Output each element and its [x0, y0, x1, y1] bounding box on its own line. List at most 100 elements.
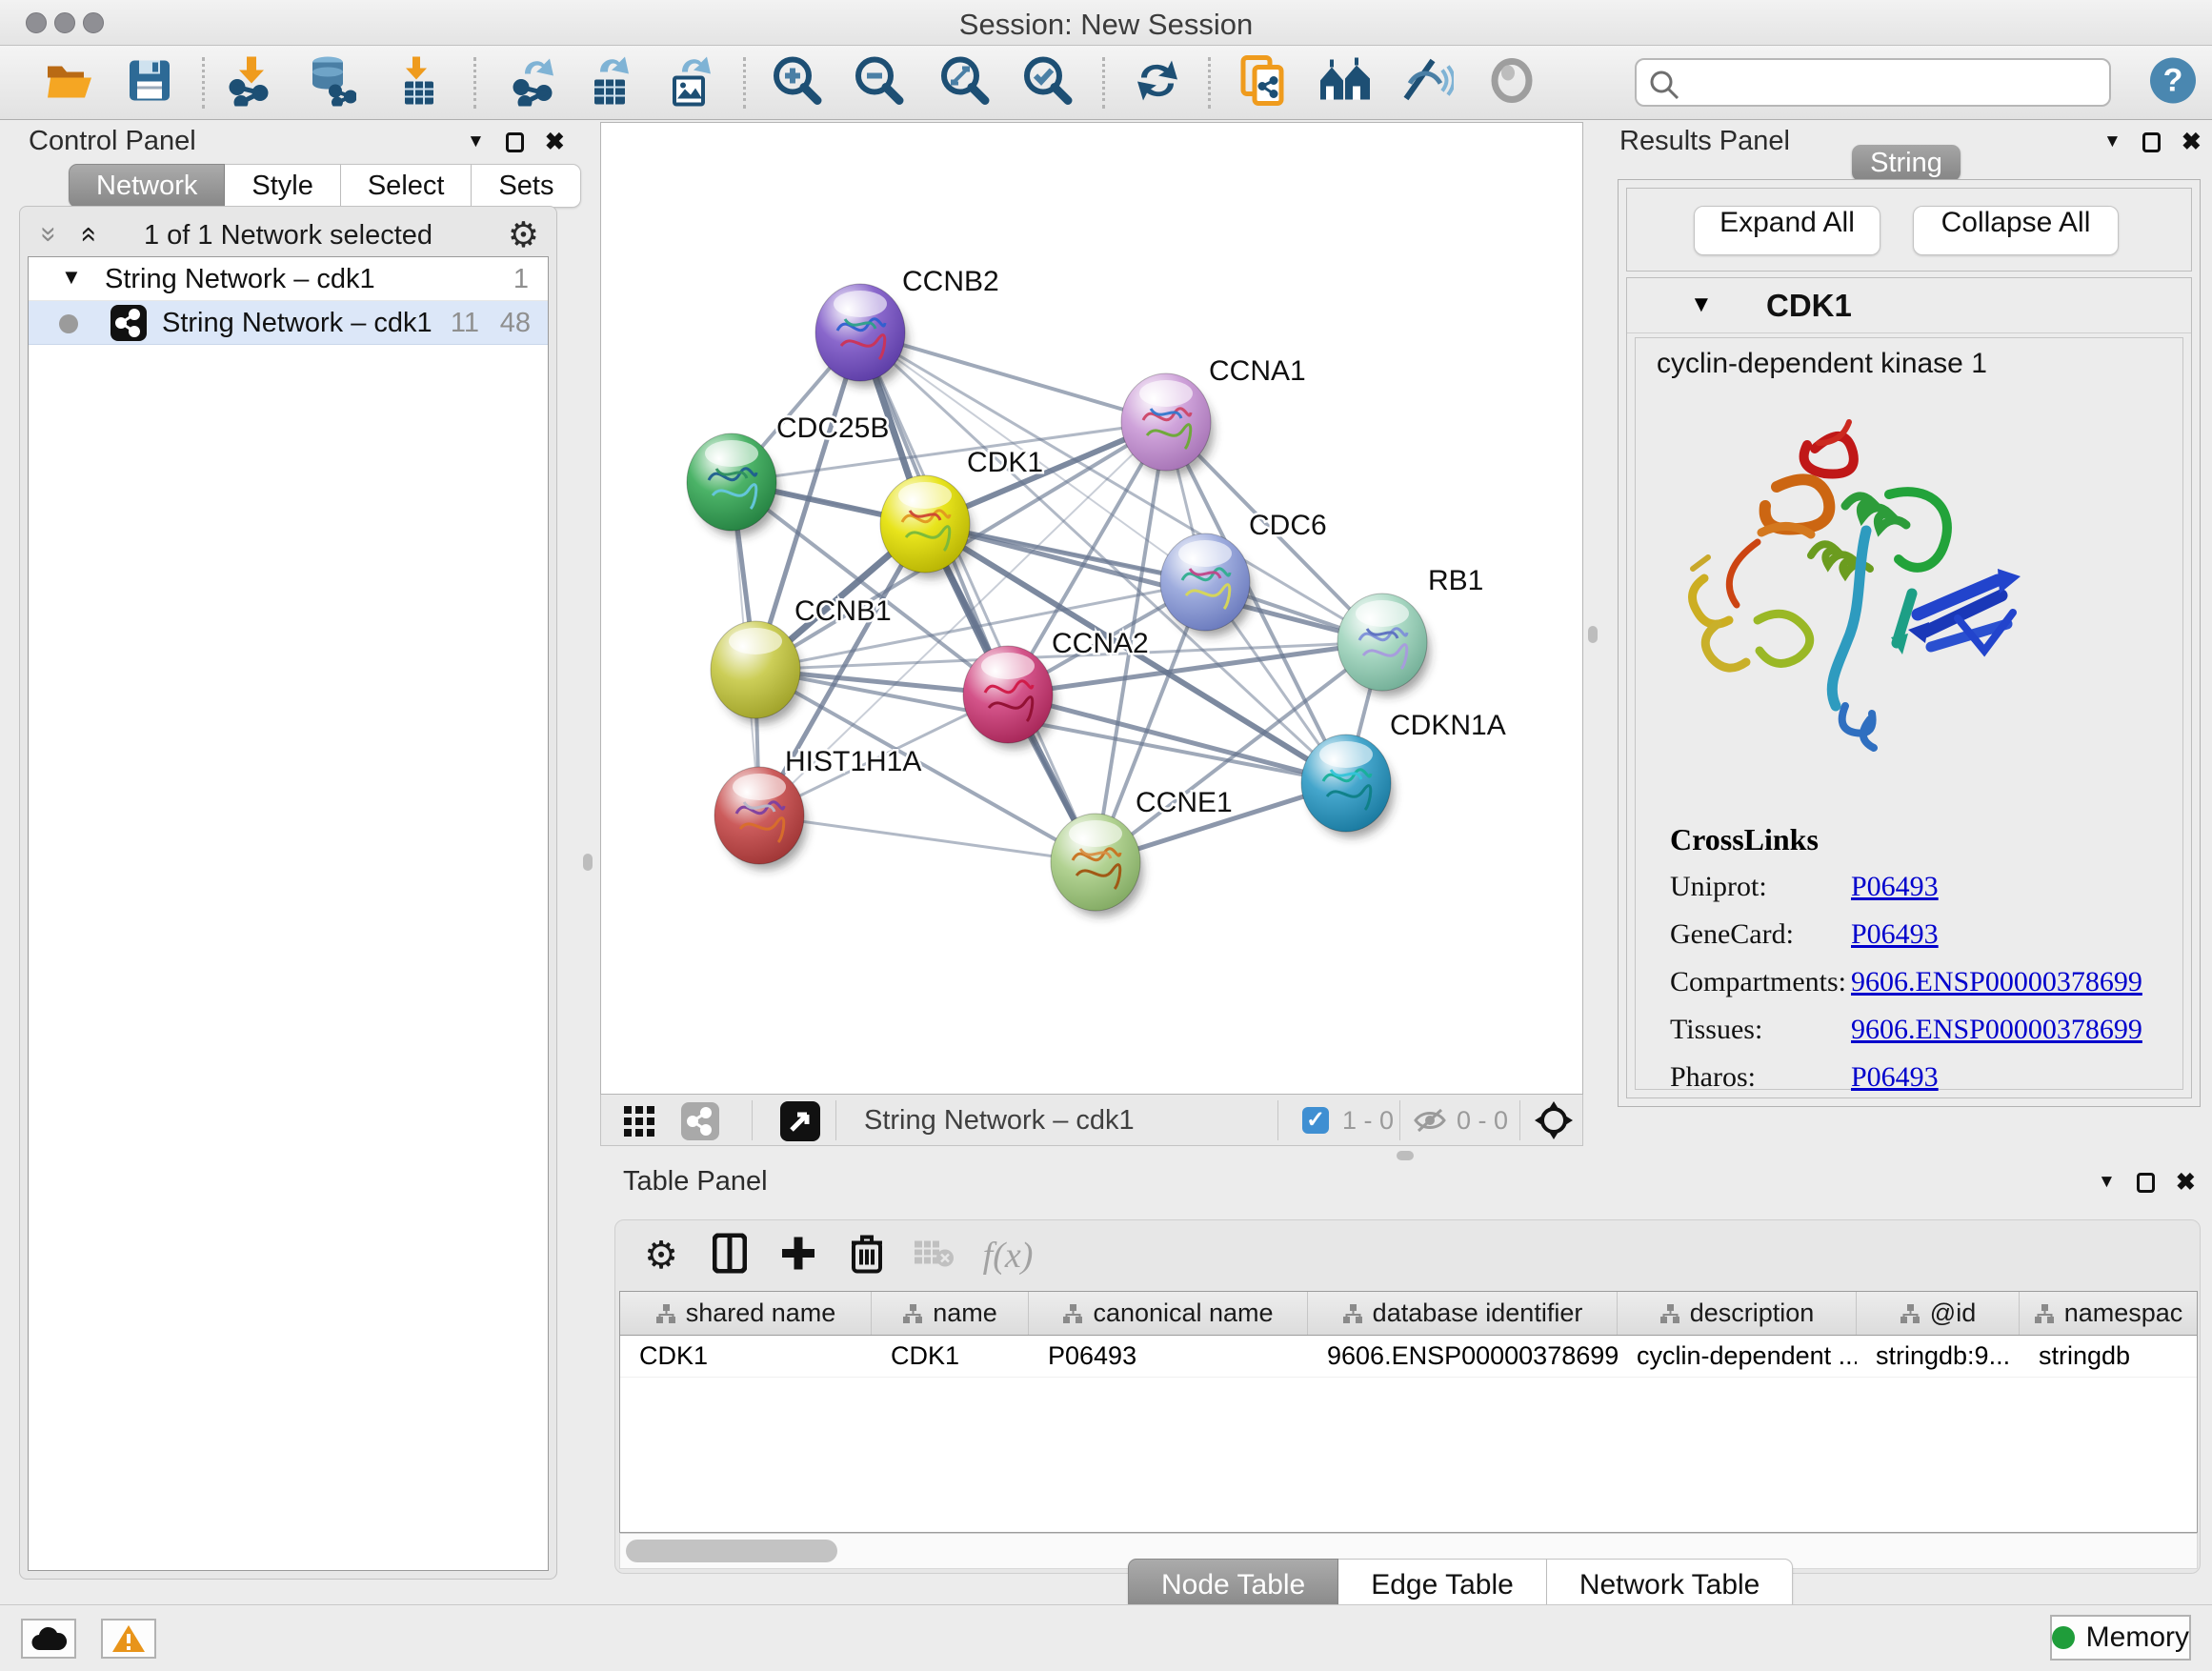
- birdseye-view-icon[interactable]: [780, 1101, 820, 1141]
- column-header-name[interactable]: name: [872, 1292, 1029, 1335]
- eye-disabled-icon[interactable]: [1487, 57, 1537, 108]
- copy-style-icon[interactable]: [1239, 53, 1287, 111]
- panel-close-icon[interactable]: ✖: [545, 128, 565, 156]
- scrollbar-thumb[interactable]: [626, 1540, 837, 1562]
- crosslink-value-link[interactable]: P06493: [1851, 918, 1939, 951]
- column-header-database-identifier[interactable]: database identifier: [1308, 1292, 1618, 1335]
- column-header-@id[interactable]: @id: [1857, 1292, 2020, 1335]
- crosslink-value-link[interactable]: P06493: [1851, 1061, 1939, 1094]
- select-columns-icon[interactable]: [713, 1234, 747, 1278]
- column-header-shared-name[interactable]: shared name: [620, 1292, 872, 1335]
- import-table-from-file-icon[interactable]: [397, 54, 441, 111]
- export-table-icon[interactable]: [589, 54, 636, 111]
- toolbar-separator: [743, 57, 746, 109]
- export-image-icon[interactable]: [669, 54, 716, 111]
- panel-minimize-icon[interactable]: ▼: [467, 131, 485, 152]
- function-builder-icon[interactable]: f(x): [983, 1235, 1034, 1277]
- network-row-selected[interactable]: String Network – cdk1 11 48: [29, 301, 548, 345]
- import-network-from-database-icon[interactable]: [307, 54, 356, 111]
- network-share-view-icon[interactable]: [681, 1102, 719, 1140]
- fit-content-crosshair-icon[interactable]: [1533, 1099, 1575, 1146]
- selected-checkbox-icon[interactable]: ✓: [1302, 1107, 1329, 1134]
- grid-view-icon[interactable]: [624, 1106, 654, 1141]
- hidden-eye-icon[interactable]: [1413, 1106, 1447, 1139]
- gene-name: CDK1: [1766, 288, 1852, 324]
- delete-column-icon[interactable]: [850, 1234, 884, 1278]
- tab-network[interactable]: Network: [69, 164, 225, 208]
- memory-button[interactable]: Memory: [2050, 1615, 2191, 1661]
- network-collection-row[interactable]: ▼ String Network – cdk1 1: [29, 257, 548, 301]
- crosslink-value-link[interactable]: 9606.ENSP00000378699: [1851, 1014, 2142, 1046]
- tree-expand-icon[interactable]: ▼: [61, 265, 82, 290]
- node-CDKN1A[interactable]: CDKN1A: [1301, 710, 1506, 837]
- node-CCNB2[interactable]: CCNB2: [815, 266, 999, 387]
- export-network-icon[interactable]: [512, 54, 559, 111]
- table-cell[interactable]: CDK1: [620, 1336, 872, 1377]
- add-column-icon[interactable]: [780, 1236, 816, 1277]
- first-neighbors-icon[interactable]: [1317, 57, 1374, 108]
- edge-CCNE1-HIST1H1A[interactable]: [759, 815, 1096, 862]
- cloud-button[interactable]: [21, 1619, 76, 1659]
- column-header-namespac[interactable]: namespac: [2020, 1292, 2198, 1335]
- network-view-canvas[interactable]: CCNB2CCNA1CDC25BCDK1CDC6RB1CCNB1CCNA2CDK…: [600, 122, 1583, 1095]
- panel-minimize-icon[interactable]: ▼: [2103, 131, 2122, 152]
- crosslink-value-link[interactable]: P06493: [1851, 871, 1939, 903]
- table-settings-gear-icon[interactable]: ⚙: [644, 1234, 678, 1278]
- splitter-handle[interactable]: [1588, 626, 1598, 643]
- splitter-handle[interactable]: [583, 854, 593, 871]
- column-header-canonical-name[interactable]: canonical name: [1029, 1292, 1308, 1335]
- tab-sets[interactable]: Sets: [472, 164, 581, 208]
- node-count: 11: [451, 308, 479, 339]
- warnings-button[interactable]: [101, 1619, 156, 1659]
- node-CDC6[interactable]: CDC6: [1160, 510, 1327, 636]
- refresh-layout-icon[interactable]: [1132, 56, 1183, 109]
- search-input[interactable]: [1686, 62, 2096, 103]
- network-options-gear-icon[interactable]: ⚙: [508, 214, 539, 255]
- splitter-handle[interactable]: [1397, 1151, 1414, 1160]
- tab-string[interactable]: String: [1852, 145, 1961, 181]
- table-row[interactable]: CDK1CDK1P064939606.ENSP00000378699cyclin…: [620, 1336, 2197, 1378]
- zoom-in-icon[interactable]: [772, 54, 823, 111]
- table-cell[interactable]: 9606.ENSP00000378699: [1308, 1336, 1618, 1377]
- table-cell[interactable]: cyclin-dependent ...: [1618, 1336, 1857, 1377]
- tab-style[interactable]: Style: [225, 164, 340, 208]
- panel-close-icon[interactable]: ✖: [2176, 1168, 2196, 1197]
- collapse-all-button[interactable]: Collapse All: [1913, 206, 2119, 255]
- table-cell[interactable]: stringdb:9...: [1857, 1336, 2020, 1377]
- collapse-section-icon[interactable]: ▼: [1690, 292, 1713, 318]
- panel-float-icon[interactable]: [506, 132, 524, 152]
- expand-all-button[interactable]: Expand All: [1694, 206, 1880, 255]
- panel-float-icon[interactable]: [2142, 132, 2161, 152]
- table-cell[interactable]: stringdb: [2020, 1336, 2198, 1377]
- panel-float-icon[interactable]: [2137, 1173, 2155, 1193]
- gene-section-header[interactable]: ▼ CDK1: [1627, 278, 2191, 333]
- node-CCNE1[interactable]: CCNE1: [1051, 787, 1233, 916]
- crosslink-row: Tissues:9606.ENSP00000378699: [1670, 1014, 2165, 1046]
- save-session-icon[interactable]: [128, 58, 171, 107]
- zoom-fit-icon[interactable]: [939, 54, 991, 111]
- status-bar: Memory: [0, 1604, 2212, 1671]
- delete-table-icon[interactable]: [913, 1238, 955, 1275]
- column-header-label: @id: [1930, 1299, 1976, 1328]
- panel-close-icon[interactable]: ✖: [2182, 128, 2202, 156]
- zoom-out-icon[interactable]: [854, 54, 905, 111]
- tab-select[interactable]: Select: [341, 164, 473, 208]
- control-panel-tabs: NetworkStyleSelectSets: [69, 164, 581, 208]
- column-header-description[interactable]: description: [1618, 1292, 1857, 1335]
- panel-minimize-icon[interactable]: ▼: [2098, 1172, 2116, 1193]
- table-cell[interactable]: CDK1: [872, 1336, 1029, 1377]
- open-session-icon[interactable]: [45, 58, 94, 107]
- network-status-dot: [59, 314, 78, 333]
- node-HIST1H1A[interactable]: HIST1H1A: [714, 746, 921, 870]
- node-RB1[interactable]: RB1: [1337, 565, 1483, 696]
- node-CCNA1[interactable]: CCNA1: [1121, 355, 1306, 476]
- network-tree: ▼ String Network – cdk1 1 String Network…: [28, 256, 549, 1571]
- import-network-from-file-icon[interactable]: [228, 54, 275, 111]
- crosslink-value-link[interactable]: 9606.ENSP00000378699: [1851, 966, 2142, 998]
- table-cell[interactable]: P06493: [1029, 1336, 1308, 1377]
- show-hide-icon[interactable]: [1400, 56, 1454, 109]
- edge-CCNB2-CCNE1[interactable]: [860, 332, 1096, 862]
- search-field[interactable]: [1635, 58, 2111, 107]
- zoom-selected-icon[interactable]: [1022, 54, 1074, 111]
- help-icon[interactable]: ?: [2148, 55, 2198, 110]
